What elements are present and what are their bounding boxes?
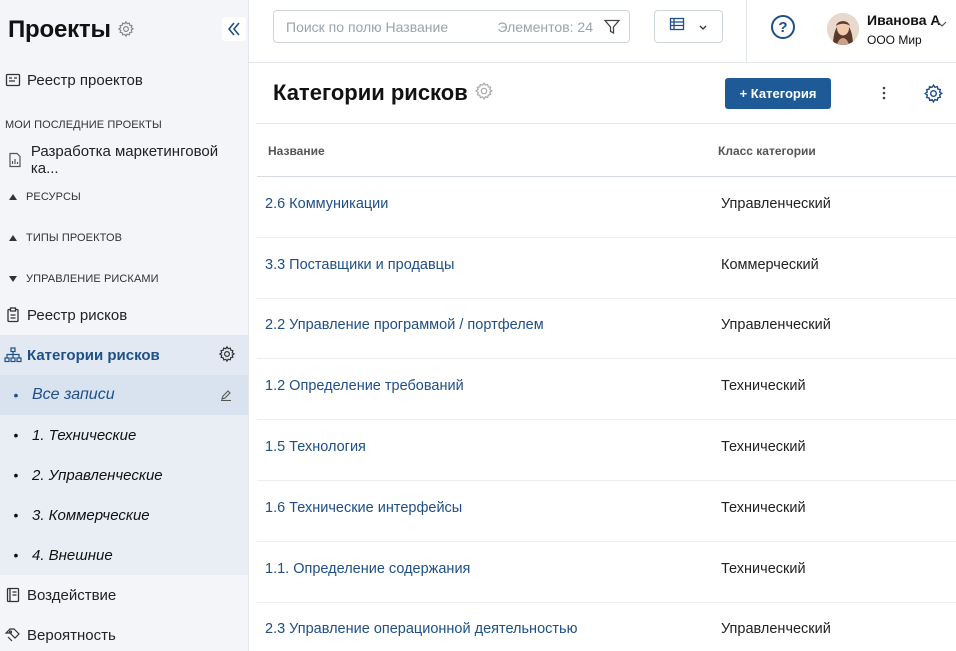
sidebar-item-project-registry[interactable]: Реестр проектов bbox=[0, 60, 248, 100]
help-icon: ? bbox=[778, 18, 788, 36]
add-category-button[interactable]: + Категория bbox=[725, 78, 831, 109]
hierarchy-icon bbox=[0, 347, 27, 363]
section-resources[interactable]: Ресурсы bbox=[0, 188, 248, 206]
row-name[interactable]: 1.1. Определение содержания bbox=[265, 561, 470, 577]
row-class: Управленческий bbox=[721, 621, 831, 637]
search-input[interactable]: Поиск по полю Название Элементов: 24 bbox=[273, 10, 630, 43]
sidebar: Проекты Реестр проектов Мои последние пр… bbox=[0, 0, 249, 651]
table-row[interactable]: 1.1. Определение содержания Технический bbox=[257, 542, 956, 603]
row-name[interactable]: 3.3 Поставщики и продавцы bbox=[265, 257, 454, 273]
divider bbox=[746, 0, 747, 63]
chevron-down-icon[interactable] bbox=[937, 14, 947, 32]
row-class: Технический bbox=[721, 378, 806, 394]
app-title: Проекты bbox=[8, 16, 111, 43]
gear-icon[interactable] bbox=[923, 83, 944, 109]
more-vertical-icon[interactable] bbox=[878, 84, 890, 107]
table-row[interactable]: 3.3 Поставщики и продавцы Коммерческий bbox=[257, 238, 956, 299]
section-risk-management[interactable]: Управление рисками bbox=[0, 270, 248, 288]
table-view-icon bbox=[669, 17, 685, 36]
column-header-name[interactable]: Название bbox=[268, 144, 325, 158]
book-icon bbox=[0, 587, 27, 603]
table-row[interactable]: 2.6 Коммуникации Управленческий bbox=[257, 177, 956, 238]
subitem-all-records[interactable]: • Все записи bbox=[0, 375, 248, 415]
table-row[interactable]: 1.2 Определение требований Технический bbox=[257, 359, 956, 420]
search-placeholder: Поиск по полю Название bbox=[286, 18, 449, 35]
row-name[interactable]: 2.6 Коммуникации bbox=[265, 196, 388, 212]
chevron-down-icon bbox=[698, 18, 708, 36]
row-class: Технический bbox=[721, 500, 806, 516]
row-name[interactable]: 1.6 Технические интерфейсы bbox=[265, 500, 462, 516]
row-name[interactable]: 1.5 Технология bbox=[265, 439, 366, 455]
triangle-up-icon bbox=[0, 193, 26, 201]
row-name[interactable]: 2.3 Управление операционной деятельность… bbox=[265, 621, 577, 637]
subitem-technical[interactable]: • 1. Технические bbox=[0, 415, 248, 455]
sidebar-item-impact[interactable]: Воздействие bbox=[0, 575, 248, 615]
user-name[interactable]: Иванова А bbox=[867, 12, 941, 28]
row-class: Коммерческий bbox=[721, 257, 819, 273]
sidebar-item-risk-categories[interactable]: Категории рисков bbox=[0, 335, 248, 375]
help-button[interactable]: ? bbox=[771, 15, 795, 39]
sidebar-header: Проекты bbox=[0, 0, 248, 60]
clipboard-icon bbox=[0, 307, 27, 323]
row-class: Управленческий bbox=[721, 196, 831, 212]
double-chevron-left-icon bbox=[227, 22, 240, 36]
sidebar-item-label: Реестр проектов bbox=[27, 71, 143, 89]
document-icon bbox=[0, 152, 31, 168]
sidebar-item-label: Реестр рисков bbox=[27, 306, 128, 324]
pencil-icon[interactable] bbox=[220, 388, 232, 406]
section-project-types[interactable]: Типы проектов bbox=[0, 229, 248, 247]
sidebar-item-label: Категории рисков bbox=[27, 346, 160, 364]
collapse-sidebar-button[interactable] bbox=[222, 17, 246, 41]
page-title: Категории рисков bbox=[273, 79, 494, 107]
sidebar-item-label: Разработка маркетинговой ка... bbox=[30, 143, 219, 177]
subitem-external[interactable]: • 4. Внешние bbox=[0, 535, 248, 575]
triangle-down-icon bbox=[0, 275, 26, 283]
row-name[interactable]: 2.2 Управление программой / портфелем bbox=[265, 317, 544, 333]
sidebar-item-risk-registry[interactable]: Реестр рисков bbox=[0, 295, 248, 335]
row-class: Управленческий bbox=[721, 317, 831, 333]
subitem-commercial[interactable]: • 3. Коммерческие bbox=[0, 495, 248, 535]
section-recent-projects: Мои последние проекты bbox=[5, 119, 162, 131]
table-row[interactable]: 1.5 Технология Технический bbox=[257, 420, 956, 481]
row-class: Технический bbox=[721, 439, 806, 455]
user-company: ООО Мир bbox=[867, 33, 922, 47]
subitem-managerial[interactable]: • 2. Управленческие bbox=[0, 455, 248, 495]
table-row[interactable]: 1.6 Технические интерфейсы Технический bbox=[257, 481, 956, 542]
table-header: Название Класс категории bbox=[257, 123, 956, 177]
gear-icon[interactable] bbox=[474, 81, 494, 107]
triangle-up-icon bbox=[0, 234, 26, 242]
sidebar-item-label: Вероятность bbox=[27, 626, 116, 644]
table-row[interactable]: 2.3 Управление операционной деятельность… bbox=[257, 602, 956, 651]
gear-icon[interactable] bbox=[218, 345, 236, 367]
avatar[interactable] bbox=[827, 13, 859, 45]
sidebar-item-probability[interactable]: Вероятность bbox=[0, 615, 248, 651]
table-row[interactable]: 2.2 Управление программой / портфелем Уп… bbox=[257, 298, 956, 359]
sidebar-item-label: Воздействие bbox=[27, 586, 117, 604]
sidebar-item-recent-project[interactable]: Разработка маркетинговой ка... bbox=[0, 140, 248, 180]
registry-icon bbox=[0, 72, 27, 88]
elements-count: Элементов: 24 bbox=[497, 18, 593, 35]
row-class: Технический bbox=[721, 561, 806, 577]
row-name[interactable]: 1.2 Определение требований bbox=[265, 378, 464, 394]
top-bar: Поиск по полю Название Элементов: 24 ? И… bbox=[249, 0, 956, 63]
filter-icon[interactable] bbox=[603, 18, 621, 39]
gear-icon[interactable] bbox=[117, 20, 135, 43]
column-header-class[interactable]: Класс категории bbox=[718, 144, 816, 158]
tags-icon bbox=[0, 628, 27, 642]
view-switcher-button[interactable] bbox=[654, 10, 723, 43]
